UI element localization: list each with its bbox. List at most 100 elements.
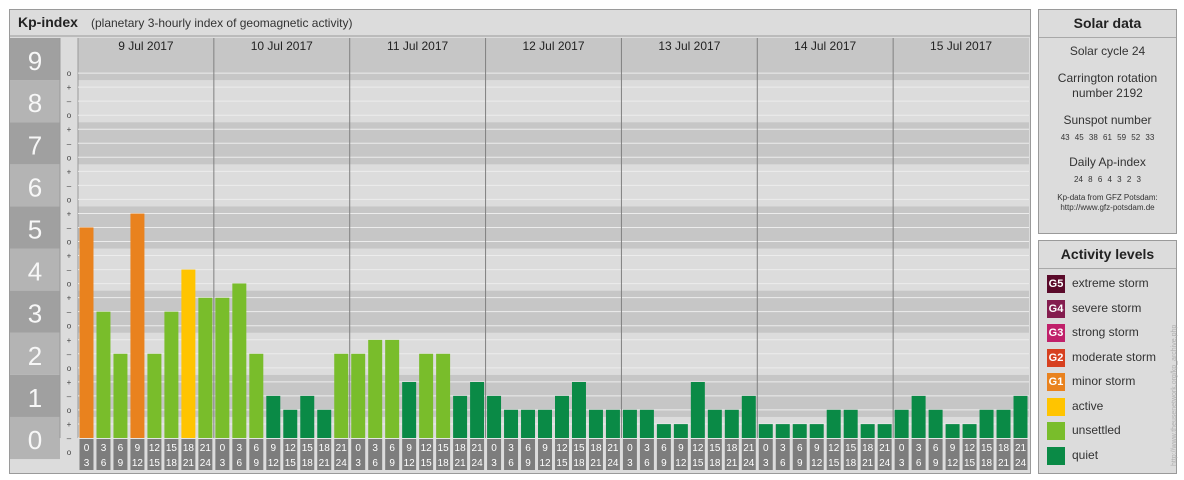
activity-level-swatch: G3 (1047, 324, 1065, 342)
time-label-start: 9 (406, 443, 412, 454)
kp-bar (181, 269, 196, 438)
time-label-start: 21 (743, 443, 755, 454)
y-subdivision-mark: + (67, 336, 72, 345)
solar-data-title: Solar data (1039, 10, 1176, 38)
time-label-end: 21 (183, 458, 195, 469)
ap-index-values: 24 8 6 4 3 2 3 (1074, 175, 1141, 184)
y-subdivision-mark: + (67, 420, 72, 429)
chart-subtitle: (planetary 3-hourly index of geomagnetic… (91, 16, 353, 30)
kp-bar (588, 409, 603, 438)
kp-bar (147, 353, 162, 438)
watermark: http://www.theusenetwork.org/kp_archive.… (1171, 324, 1178, 466)
kp-bar (232, 283, 247, 438)
y-subdivision-mark: – (67, 266, 72, 275)
y-subdivision-mark: – (67, 223, 72, 232)
y-subdivision-mark: – (67, 392, 72, 401)
kp-bar (300, 395, 315, 438)
y-tick-label: 6 (28, 172, 42, 202)
time-label-end: 24 (472, 458, 484, 469)
time-label-end: 21 (726, 458, 738, 469)
kp-bar (334, 353, 349, 438)
kp-bar (351, 353, 366, 438)
time-label-start: 21 (1015, 443, 1027, 454)
y-subdivision-mark: + (67, 378, 72, 387)
time-label-end: 21 (862, 458, 874, 469)
time-label-end: 6 (237, 458, 243, 469)
kp-chart: 9876543210 o–+o–+o–+o–+o–+o–+o–+o–+o–+o9 … (10, 35, 1030, 470)
carrington-line2: number 2192 (1072, 86, 1143, 100)
kp-bar (928, 409, 943, 438)
time-label-end: 12 (539, 458, 551, 469)
kp-bar (419, 353, 434, 438)
time-label-end: 12 (675, 458, 687, 469)
kp-bar (198, 297, 213, 438)
time-label-end: 3 (355, 458, 361, 469)
kp-bar (436, 353, 451, 438)
y-tick-label: 8 (28, 88, 42, 118)
kp-bar (605, 409, 620, 438)
y-tick-label: 1 (28, 383, 42, 413)
time-label-end: 21 (998, 458, 1010, 469)
time-label-start: 12 (828, 443, 840, 454)
time-label-end: 6 (780, 458, 786, 469)
kp-bar (979, 409, 994, 438)
time-label-end: 9 (118, 458, 124, 469)
time-label-start: 18 (183, 443, 195, 454)
time-label-start: 3 (916, 443, 922, 454)
kp-bar (130, 213, 145, 438)
activity-level-swatch: G5 (1047, 275, 1065, 293)
time-label-start: 0 (355, 443, 361, 454)
time-label-end: 12 (404, 458, 416, 469)
y-subdivision-mark: + (67, 83, 72, 92)
time-label-start: 3 (644, 443, 650, 454)
time-label-start: 6 (933, 443, 939, 454)
y-tick-label: 5 (28, 214, 42, 244)
y-subdivision-mark: o (67, 69, 72, 78)
time-label-start: 18 (319, 443, 331, 454)
y-subdivision-mark: o (67, 280, 72, 289)
activity-levels-panel: Activity levels G5 extreme storm G4 severe … (1038, 240, 1177, 474)
time-label-end: 9 (389, 458, 395, 469)
source-line2: http://www.gfz-potsdam.de (1060, 203, 1155, 212)
activity-level-label: strong storm (1072, 325, 1139, 339)
day-label: 15 Jul 2017 (930, 39, 992, 53)
time-label-start: 15 (709, 443, 721, 454)
activity-level-label: active (1072, 398, 1104, 413)
time-label-start: 9 (814, 443, 820, 454)
time-label-start: 3 (780, 443, 786, 454)
y-subdivision-mark: o (67, 448, 72, 457)
time-label-end: 15 (556, 458, 568, 469)
day-label: 11 Jul 2017 (387, 39, 448, 53)
kp-bar (741, 395, 756, 438)
time-label-end: 15 (828, 458, 840, 469)
activity-level-swatch (1047, 446, 1065, 465)
time-label-end: 9 (254, 458, 260, 469)
kp-bar (215, 297, 230, 438)
time-label-end: 9 (797, 458, 803, 469)
time-label-end: 18 (438, 458, 450, 469)
kp-bar (792, 424, 807, 438)
time-label-end: 18 (709, 458, 721, 469)
kp-bar (96, 311, 111, 438)
y-subdivision-mark: + (67, 167, 72, 176)
y-subdivision-mark: – (67, 434, 72, 443)
y-tick-label: 9 (28, 46, 42, 76)
time-label-start: 21 (472, 443, 484, 454)
time-label-end: 15 (421, 458, 433, 469)
kp-bar (996, 409, 1011, 438)
time-label-end: 3 (899, 458, 905, 469)
kp-bar (673, 424, 688, 438)
y-subdivision-mark: – (67, 97, 72, 106)
time-label-end: 24 (200, 458, 212, 469)
kp-bar (639, 409, 654, 438)
time-label-start: 12 (556, 443, 568, 454)
kp-bar (571, 382, 586, 438)
source-line1: Kp-data from GFZ Potsdam: (1057, 193, 1158, 202)
activity-level-swatch: G2 (1047, 348, 1065, 367)
day-label: 10 Jul 2017 (251, 39, 313, 53)
time-label-end: 24 (607, 458, 619, 469)
time-label-start: 18 (998, 443, 1010, 454)
time-label-end: 18 (981, 458, 993, 469)
y-subdivision-mark: o (67, 406, 72, 415)
time-label-start: 0 (84, 443, 90, 454)
